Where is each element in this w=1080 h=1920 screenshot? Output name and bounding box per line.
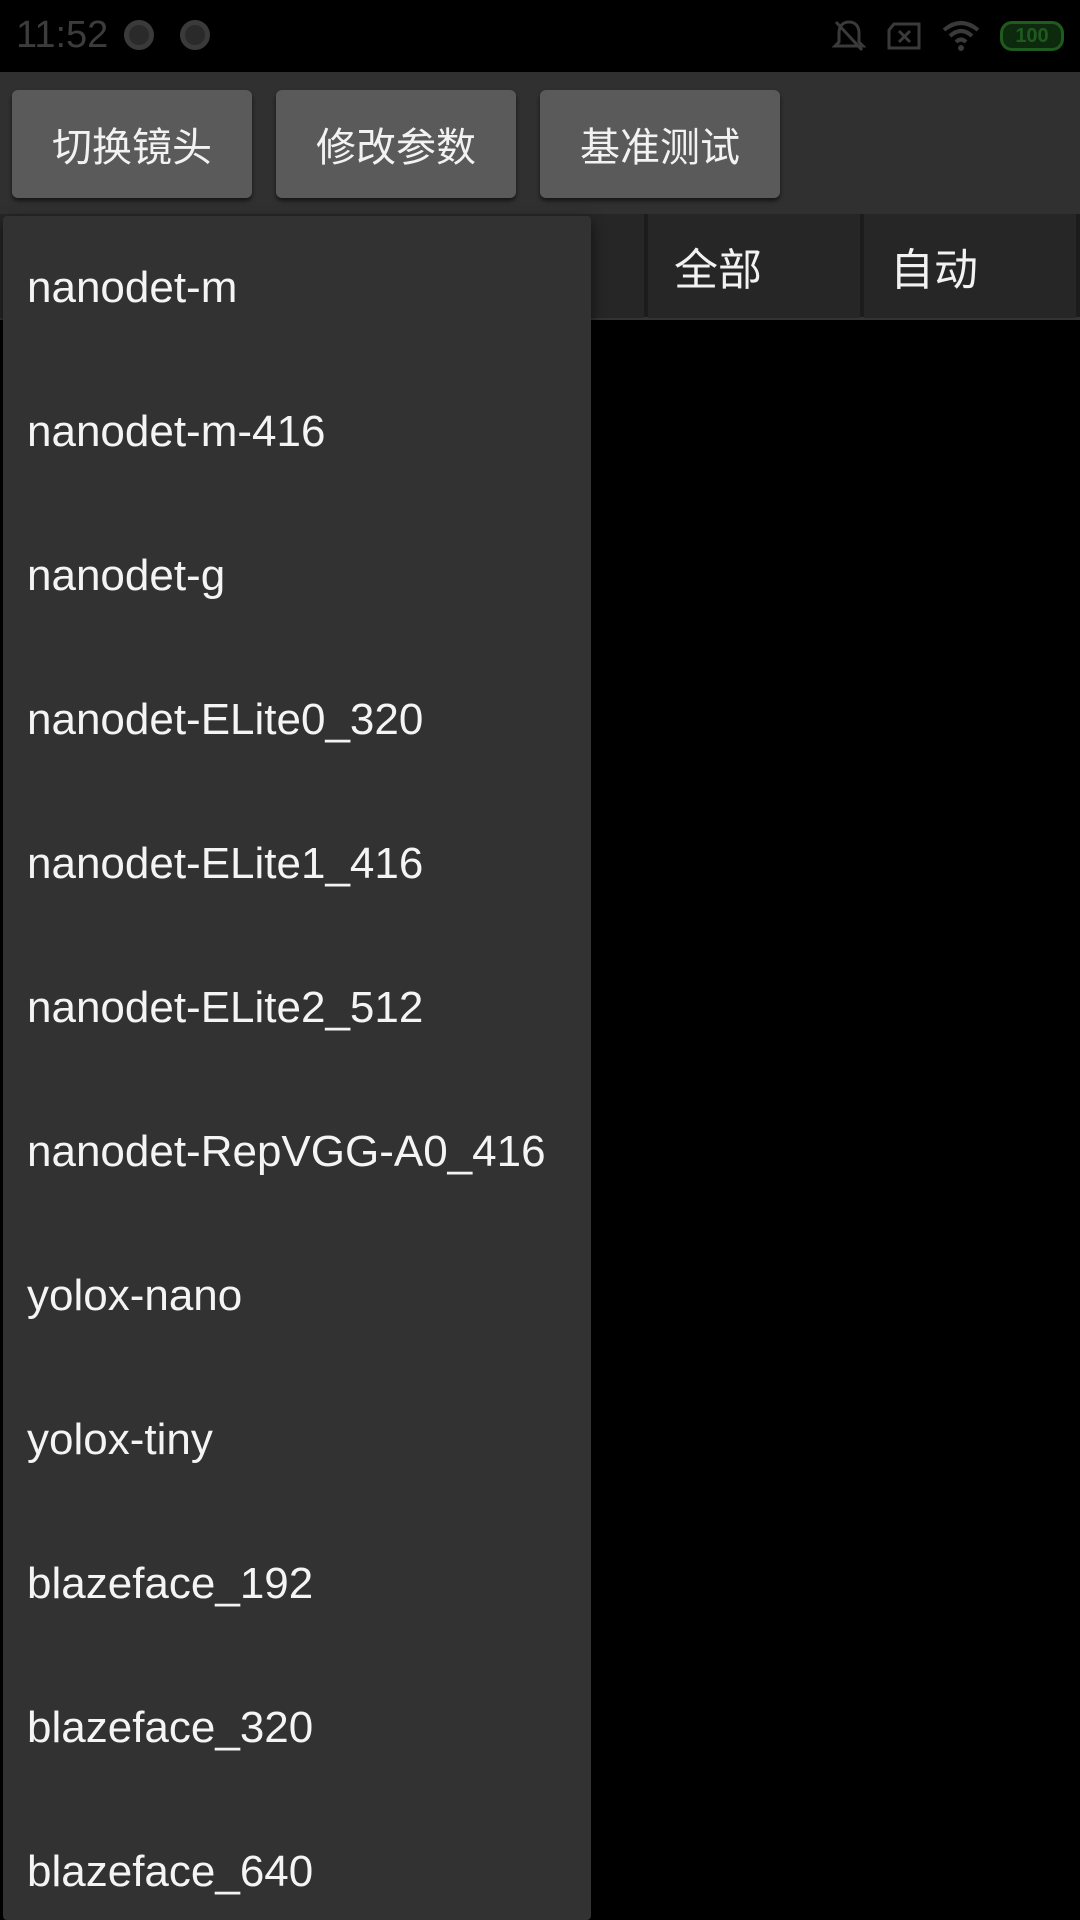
no-sim-icon	[887, 22, 921, 50]
dropdown-item[interactable]: nanodet-ELite0_320	[3, 648, 591, 792]
dropdown-item[interactable]: nanodet-RepVGG-A0_416	[3, 1080, 591, 1224]
battery-icon: 100	[1000, 21, 1064, 51]
notification-dot-icon	[124, 20, 154, 50]
model-dropdown: nanodet-m nanodet-m-416 nanodet-g nanode…	[3, 216, 591, 1920]
status-bar: 11:52 100	[0, 0, 1080, 72]
dropdown-item[interactable]: nanodet-ELite1_416	[3, 792, 591, 936]
toolbar: 切换镜头 修改参数 基准测试	[0, 72, 1080, 214]
mode-spinner[interactable]: 自动	[864, 214, 1076, 318]
notification-dot-icon	[180, 20, 210, 50]
modify-params-button[interactable]: 修改参数	[276, 90, 516, 198]
dropdown-item[interactable]: blazeface_192	[3, 1512, 591, 1656]
mute-bell-icon	[832, 20, 866, 52]
dropdown-item[interactable]: nanodet-m-416	[3, 360, 591, 504]
dropdown-item[interactable]: blazeface_320	[3, 1656, 591, 1800]
dropdown-item[interactable]: nanodet-m	[3, 216, 591, 360]
status-time: 11:52	[16, 14, 109, 56]
switch-camera-button[interactable]: 切换镜头	[12, 90, 252, 198]
dropdown-item[interactable]: blazeface_640	[3, 1800, 591, 1920]
status-icons: 100	[832, 16, 1064, 56]
benchmark-button[interactable]: 基准测试	[540, 90, 780, 198]
dropdown-item[interactable]: nanodet-g	[3, 504, 591, 648]
dropdown-item[interactable]: nanodet-ELite2_512	[3, 936, 591, 1080]
dropdown-item[interactable]: yolox-tiny	[3, 1368, 591, 1512]
scope-spinner[interactable]: 全部	[648, 214, 860, 318]
dropdown-item[interactable]: yolox-nano	[3, 1224, 591, 1368]
wifi-icon	[942, 21, 980, 51]
